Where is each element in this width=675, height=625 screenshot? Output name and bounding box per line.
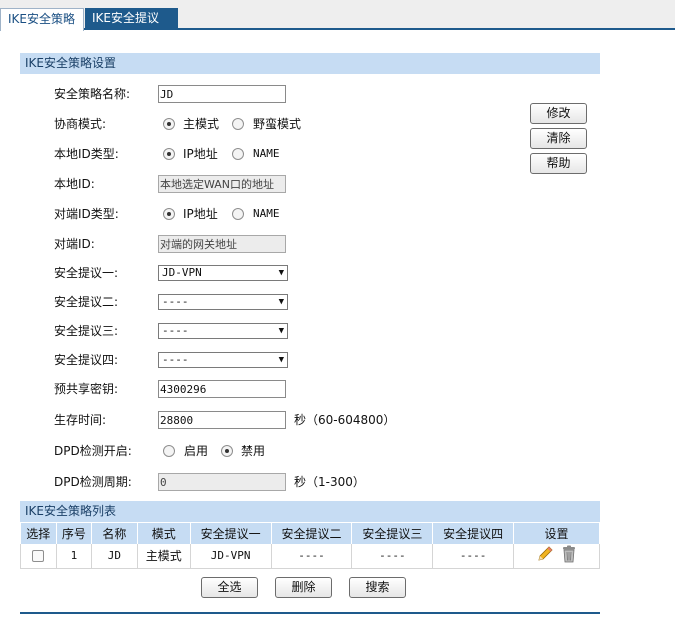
col-header-proposal1: 安全提议一 <box>190 523 272 544</box>
mode-aggressive-radio[interactable] <box>232 118 244 130</box>
proposal3-value: ---- <box>162 324 189 337</box>
psk-label: 预共享密钥: <box>54 382 119 396</box>
remote-id-input <box>158 235 286 253</box>
list-section-title: IKE安全策略列表 <box>20 501 600 522</box>
row-mode: 主模式 <box>137 544 191 569</box>
dropdown-arrow-icon: ▼ <box>278 297 284 307</box>
search-button[interactable]: 搜索 <box>349 577 406 598</box>
dropdown-arrow-icon: ▼ <box>278 355 284 365</box>
proposal3-select[interactable]: ---- ▼ <box>158 323 288 339</box>
remote-id-ip-radio[interactable] <box>163 208 175 220</box>
help-button[interactable]: 帮助 <box>530 153 587 174</box>
psk-input[interactable] <box>158 380 286 398</box>
row-settings <box>513 544 600 569</box>
lifetime-unit: 秒（60-604800） <box>294 413 396 427</box>
local-id-ip-radio[interactable] <box>163 148 175 160</box>
policy-name-input[interactable] <box>158 85 286 103</box>
local-id-input <box>158 175 286 193</box>
row-select-cell <box>20 544 57 569</box>
dpd-period-label: DPD检测周期: <box>54 475 132 489</box>
proposal2-select[interactable]: ---- ▼ <box>158 294 288 310</box>
clear-button[interactable]: 清除 <box>530 128 587 149</box>
lifetime-input[interactable] <box>158 411 286 429</box>
mode-label: 协商模式: <box>54 117 107 131</box>
dpd-period-unit: 秒（1-300） <box>294 475 365 489</box>
proposal1-label: 安全提议一: <box>54 266 119 280</box>
col-header-settings: 设置 <box>513 523 600 544</box>
tab-ike-policy[interactable]: IKE安全策略 <box>0 8 84 31</box>
proposal1-value: JD-VPN <box>162 266 202 279</box>
col-header-mode: 模式 <box>137 523 191 544</box>
lifetime-label: 生存时间: <box>54 413 107 427</box>
dropdown-arrow-icon: ▼ <box>278 268 284 278</box>
local-id-name-label: NAME <box>253 147 280 160</box>
row-index: 1 <box>56 544 92 569</box>
table-row: 1 JD 主模式 JD-VPN ---- ---- ---- <box>20 544 600 569</box>
remote-id-name-radio[interactable] <box>232 208 244 220</box>
remote-id-ip-label: IP地址 <box>183 207 218 221</box>
row-proposal1: JD-VPN <box>190 544 272 569</box>
table-header-row: 选择 序号 名称 模式 安全提议一 安全提议二 安全提议三 安全提议四 设置 <box>20 523 600 544</box>
row-proposal2: ---- <box>271 544 353 569</box>
local-id-type-label: 本地ID类型: <box>54 147 119 161</box>
proposal4-label: 安全提议四: <box>54 353 119 367</box>
remote-id-name-label: NAME <box>253 207 280 220</box>
row-proposal4: ---- <box>432 544 515 569</box>
col-header-name: 名称 <box>91 523 138 544</box>
tab-bar: IKE安全策略 IKE安全提议 <box>0 0 675 31</box>
dpd-enable-radio[interactable] <box>163 445 175 457</box>
remote-id-label: 对端ID: <box>54 237 95 251</box>
col-header-proposal4: 安全提议四 <box>432 523 515 544</box>
dpd-label: DPD检测开启: <box>54 444 132 458</box>
col-header-select: 选择 <box>20 523 57 544</box>
mode-main-label: 主模式 <box>183 117 220 131</box>
proposal2-label: 安全提议二: <box>54 295 119 309</box>
mode-main-radio[interactable] <box>163 118 175 130</box>
proposal3-label: 安全提议三: <box>54 324 119 338</box>
policy-name-label: 安全策略名称: <box>54 87 131 101</box>
proposal4-value: ---- <box>162 353 189 366</box>
settings-section-title: IKE安全策略设置 <box>20 53 600 74</box>
col-header-proposal2: 安全提议二 <box>271 523 353 544</box>
remote-id-type-label: 对端ID类型: <box>54 207 119 221</box>
modify-button[interactable]: 修改 <box>530 103 587 124</box>
col-header-proposal3: 安全提议三 <box>351 523 434 544</box>
trash-icon[interactable] <box>561 545 577 566</box>
dpd-disable-radio[interactable] <box>221 445 233 457</box>
local-id-name-radio[interactable] <box>232 148 244 160</box>
col-header-index: 序号 <box>56 523 92 544</box>
proposal2-value: ---- <box>162 295 189 308</box>
proposal1-select[interactable]: JD-VPN ▼ <box>158 265 288 281</box>
row-proposal3: ---- <box>351 544 434 569</box>
tab-ike-proposal[interactable]: IKE安全提议 <box>85 8 178 30</box>
bottom-divider <box>20 612 600 614</box>
dpd-period-input <box>158 473 286 491</box>
mode-aggressive-label: 野蛮模式 <box>253 117 302 131</box>
delete-button[interactable]: 删除 <box>275 577 332 598</box>
row-name: JD <box>91 544 138 569</box>
local-id-label: 本地ID: <box>54 177 95 191</box>
pencil-icon[interactable] <box>536 545 554 566</box>
proposal4-select[interactable]: ---- ▼ <box>158 352 288 368</box>
row-select-checkbox[interactable] <box>32 550 45 563</box>
select-all-button[interactable]: 全选 <box>201 577 258 598</box>
dropdown-arrow-icon: ▼ <box>278 326 284 336</box>
local-id-ip-label: IP地址 <box>183 147 218 161</box>
policy-table: 选择 序号 名称 模式 安全提议一 安全提议二 安全提议三 安全提议四 设置 1… <box>20 523 600 569</box>
dpd-disable-label: 禁用 <box>241 444 266 458</box>
dpd-enable-label: 启用 <box>184 444 209 458</box>
